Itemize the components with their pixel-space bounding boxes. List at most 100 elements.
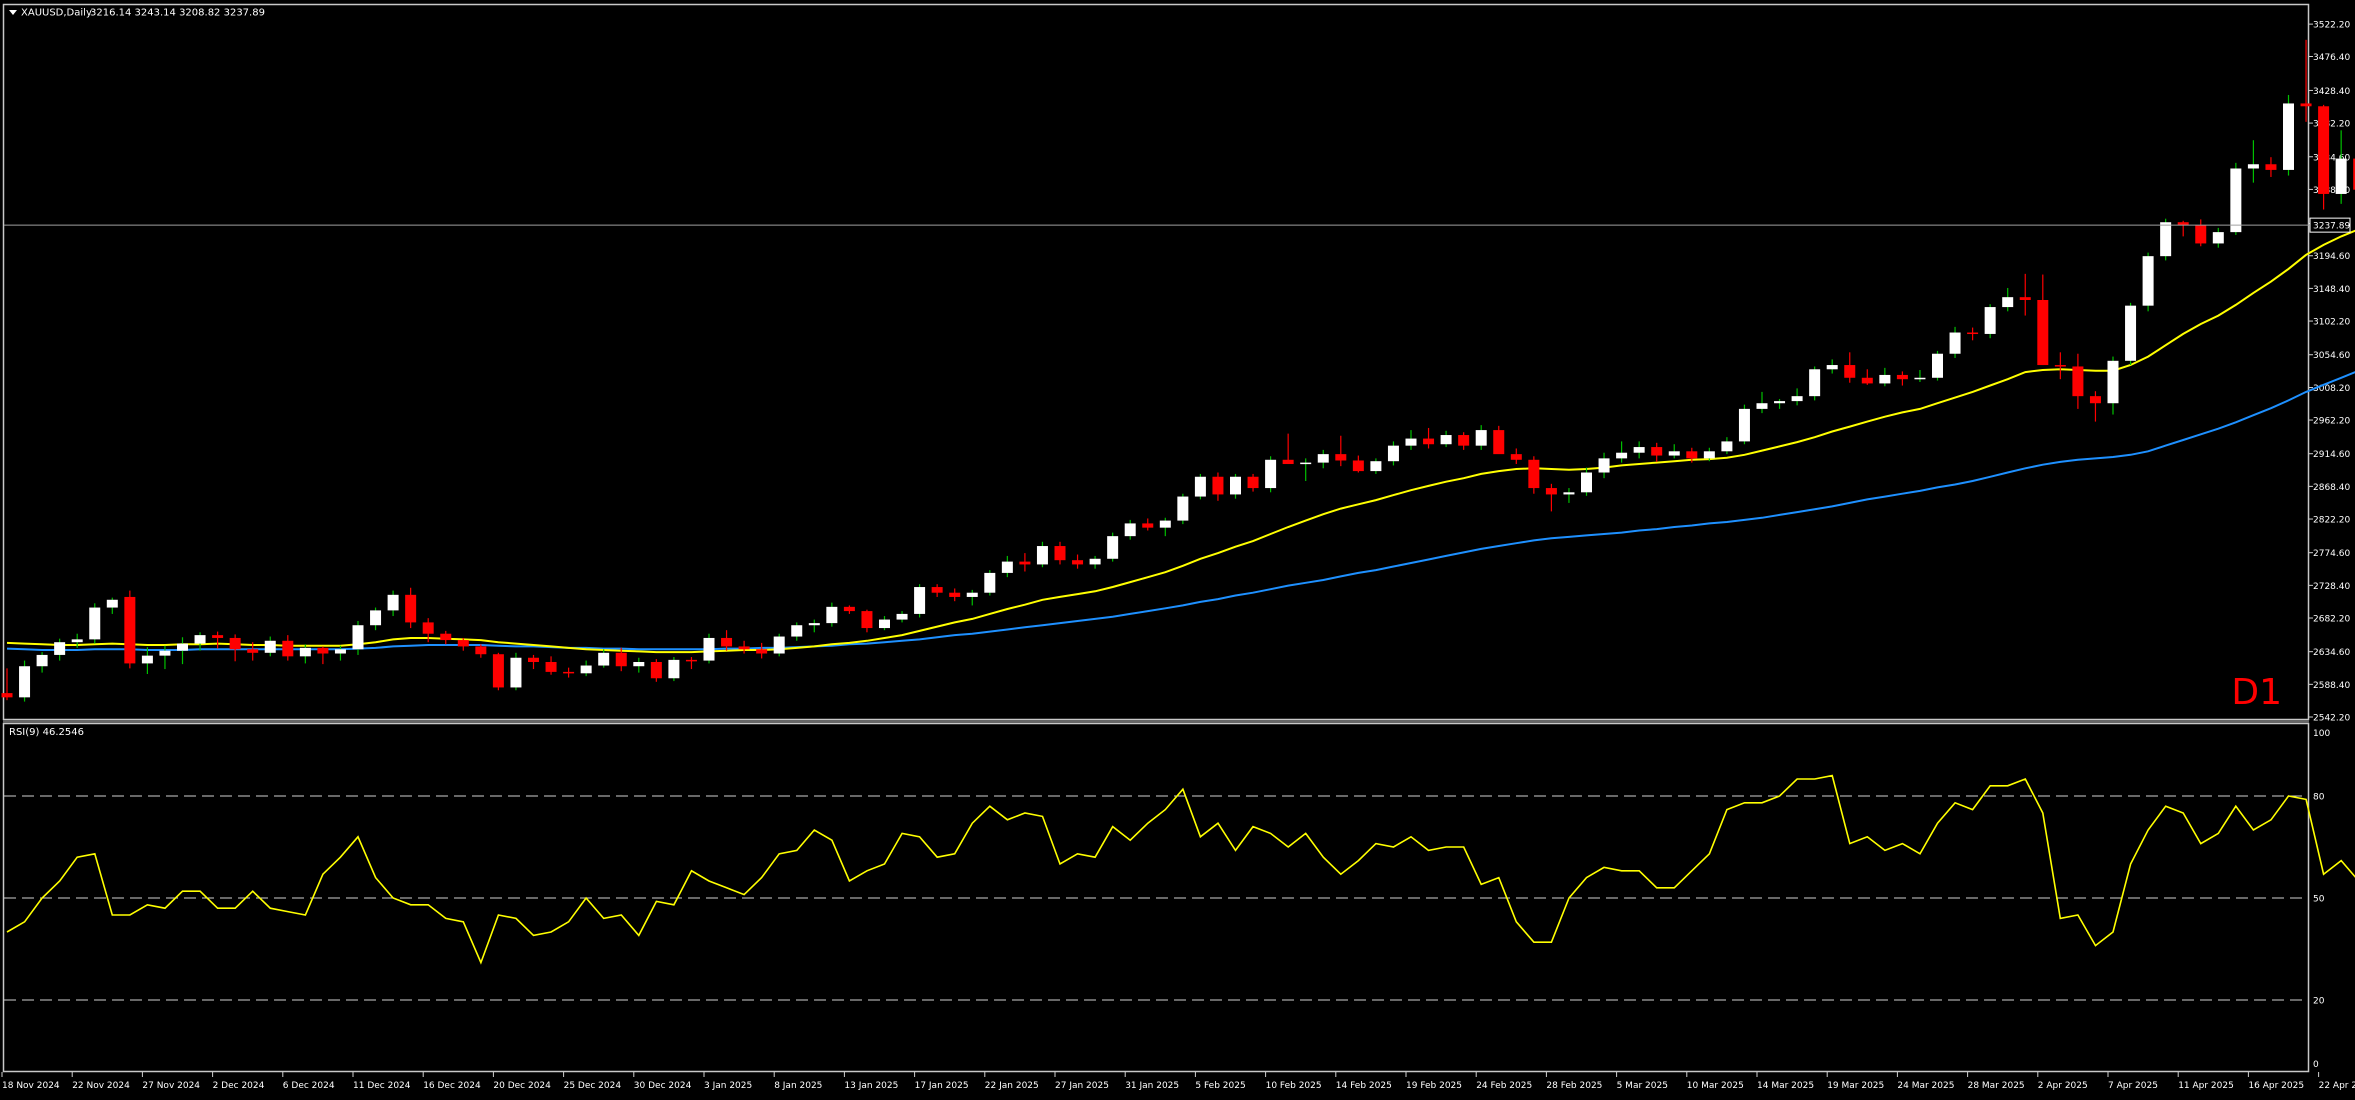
candle-body <box>528 657 539 662</box>
candle-body <box>1721 441 1733 452</box>
rsi-tick-label: 50 <box>2313 895 2325 905</box>
candle-body <box>317 647 329 654</box>
candle-body <box>914 587 926 614</box>
price-tick-label: 3428.40 <box>2313 87 2350 97</box>
candle-body <box>861 611 873 629</box>
candle-body <box>2195 225 2207 244</box>
candle-body <box>440 633 452 641</box>
time-tick-label: 5 Mar 2025 <box>1617 1081 1668 1091</box>
candle-body <box>896 613 908 620</box>
candle-body <box>2230 168 2242 233</box>
time-tick-label: 10 Feb 2025 <box>1266 1081 1322 1091</box>
candle-body <box>352 625 364 650</box>
candle-body <box>1370 461 1382 472</box>
trading-chart[interactable]: XAUUSD,Daily 3216.14 3243.14 3208.82 323… <box>0 0 2355 1100</box>
candle-body <box>36 654 48 667</box>
candle-body <box>475 646 487 655</box>
rsi-tick-label: 80 <box>2313 793 2325 803</box>
rsi-axis: 100 80 50 20 0 <box>4 729 2330 1070</box>
candle-body <box>387 594 399 611</box>
dropdown-triangle-icon[interactable] <box>9 10 17 15</box>
time-tick-label: 2 Dec 2024 <box>213 1081 265 1091</box>
candle-body <box>124 596 136 664</box>
candle-body <box>2037 299 2049 366</box>
price-tick-label: 2542.20 <box>2313 714 2350 724</box>
candle-body <box>791 625 803 637</box>
candle-body <box>1826 365 1838 370</box>
candle-body <box>2019 297 2031 300</box>
price-tick-label: 3008.20 <box>2313 384 2350 394</box>
time-tick-label: 14 Feb 2025 <box>1336 1081 1392 1091</box>
price-tick-label: 3102.20 <box>2313 318 2350 328</box>
candle-body <box>879 619 890 629</box>
candle-body <box>1598 458 1610 473</box>
time-axis: 18 Nov 2024 22 Nov 2024 27 Nov 2024 2 Dec 2… <box>1 1072 2355 1091</box>
candle-body <box>1177 496 1189 521</box>
candle-body <box>598 652 610 666</box>
candle-body <box>984 572 996 593</box>
price-tick-label: 2868.40 <box>2313 483 2350 493</box>
time-tick-label: 10 Mar 2025 <box>1687 1081 1744 1091</box>
candle-body <box>1124 523 1136 537</box>
time-tick-label: 19 Feb 2025 <box>1406 1081 1462 1091</box>
candle-body <box>756 649 768 654</box>
candle-body <box>1440 435 1452 445</box>
candle-body <box>2177 222 2189 226</box>
time-tick-label: 19 Mar 2025 <box>1827 1081 1884 1091</box>
time-tick-label: 17 Jan 2025 <box>915 1081 969 1091</box>
time-tick-label: 6 Dec 2024 <box>283 1081 335 1091</box>
candle-body <box>1458 435 1470 446</box>
candle-body <box>1633 447 1645 453</box>
rsi-line <box>6 774 2355 965</box>
candle-body <box>545 661 557 672</box>
candle-body <box>1159 520 1171 528</box>
time-tick-label: 25 Dec 2024 <box>564 1081 622 1091</box>
price-tick-label: 2634.60 <box>2313 648 2350 658</box>
chart-header: XAUUSD,Daily 3216.14 3243.14 3208.82 323… <box>9 8 265 19</box>
candle-body <box>966 592 978 597</box>
price-tick-label: 2682.20 <box>2313 615 2350 625</box>
time-tick-label: 11 Apr 2025 <box>2178 1081 2234 1091</box>
candle-body <box>194 635 206 644</box>
candle-body <box>721 637 733 647</box>
candle-body <box>2142 256 2154 306</box>
candle-body <box>2265 164 2277 170</box>
candle-body <box>106 599 118 608</box>
candle-body <box>2002 297 2014 308</box>
price-tick-label: 2962.20 <box>2313 417 2350 427</box>
candle-body <box>738 646 750 650</box>
candle-body <box>1194 476 1206 497</box>
candle-body <box>492 654 504 688</box>
candle-body <box>650 661 662 679</box>
time-tick-label: 18 Nov 2024 <box>2 1081 60 1091</box>
time-tick-label: 13 Jan 2025 <box>844 1081 898 1091</box>
time-tick-label: 7 Apr 2025 <box>2108 1081 2158 1091</box>
candle-body <box>1493 430 1505 455</box>
candle-body <box>2054 365 2066 367</box>
candle-body <box>2125 305 2137 361</box>
candle-body <box>1387 445 1399 462</box>
price-tick-label: 2588.40 <box>2313 681 2350 691</box>
price-tick-label: 3148.40 <box>2313 285 2350 295</box>
candle-body <box>563 671 575 674</box>
candle-body <box>1932 353 1943 378</box>
candle-body <box>808 623 820 626</box>
rsi-tick-label: 100 <box>2313 729 2330 739</box>
candle-body <box>1089 558 1101 565</box>
time-tick-label: 31 Jan 2025 <box>1125 1081 1179 1091</box>
candle-body <box>633 661 645 667</box>
candle-body <box>1949 332 1961 354</box>
current-price-line: 3237.89 <box>4 217 2351 233</box>
symbol-label: XAUUSD,Daily <box>21 8 92 19</box>
candle-body <box>2300 103 2312 107</box>
price-tick-label: 3476.40 <box>2313 53 2350 63</box>
candle-body <box>89 607 101 640</box>
time-tick-label: 30 Dec 2024 <box>634 1081 692 1091</box>
time-tick-label: 27 Nov 2024 <box>142 1081 200 1091</box>
candle-body <box>2247 164 2259 169</box>
time-tick-label: 16 Dec 2024 <box>423 1081 481 1091</box>
candle-body <box>826 606 838 624</box>
candle-body <box>2283 103 2294 170</box>
candle-body <box>141 655 153 664</box>
price-axis: 3522.203476.403428.403382.203334.603288.… <box>2309 21 2350 724</box>
